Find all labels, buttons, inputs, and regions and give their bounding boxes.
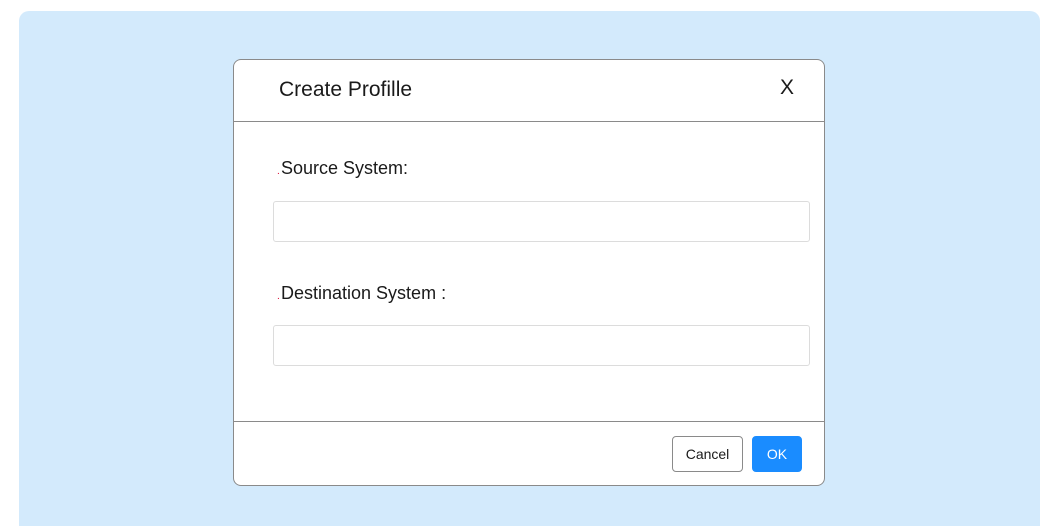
dialog-header: Create Profille X [234, 60, 824, 122]
destination-system-input[interactable] [273, 325, 810, 366]
cancel-button[interactable]: Cancel [672, 436, 743, 472]
source-system-input[interactable] [273, 201, 810, 242]
dialog-title: Create Profille [279, 78, 413, 101]
create-profile-dialog: Create Profille X .Source System: .Desti… [233, 59, 825, 486]
destination-system-label: .Destination System : [277, 282, 446, 308]
source-system-label-text: Source System: [281, 158, 409, 178]
destination-system-label-text: Destination System : [281, 283, 447, 303]
dialog-footer: Cancel OK [234, 421, 824, 485]
source-system-label: .Source System: [277, 157, 408, 183]
ok-button[interactable]: OK [752, 436, 802, 472]
close-icon[interactable]: X [780, 75, 794, 101]
